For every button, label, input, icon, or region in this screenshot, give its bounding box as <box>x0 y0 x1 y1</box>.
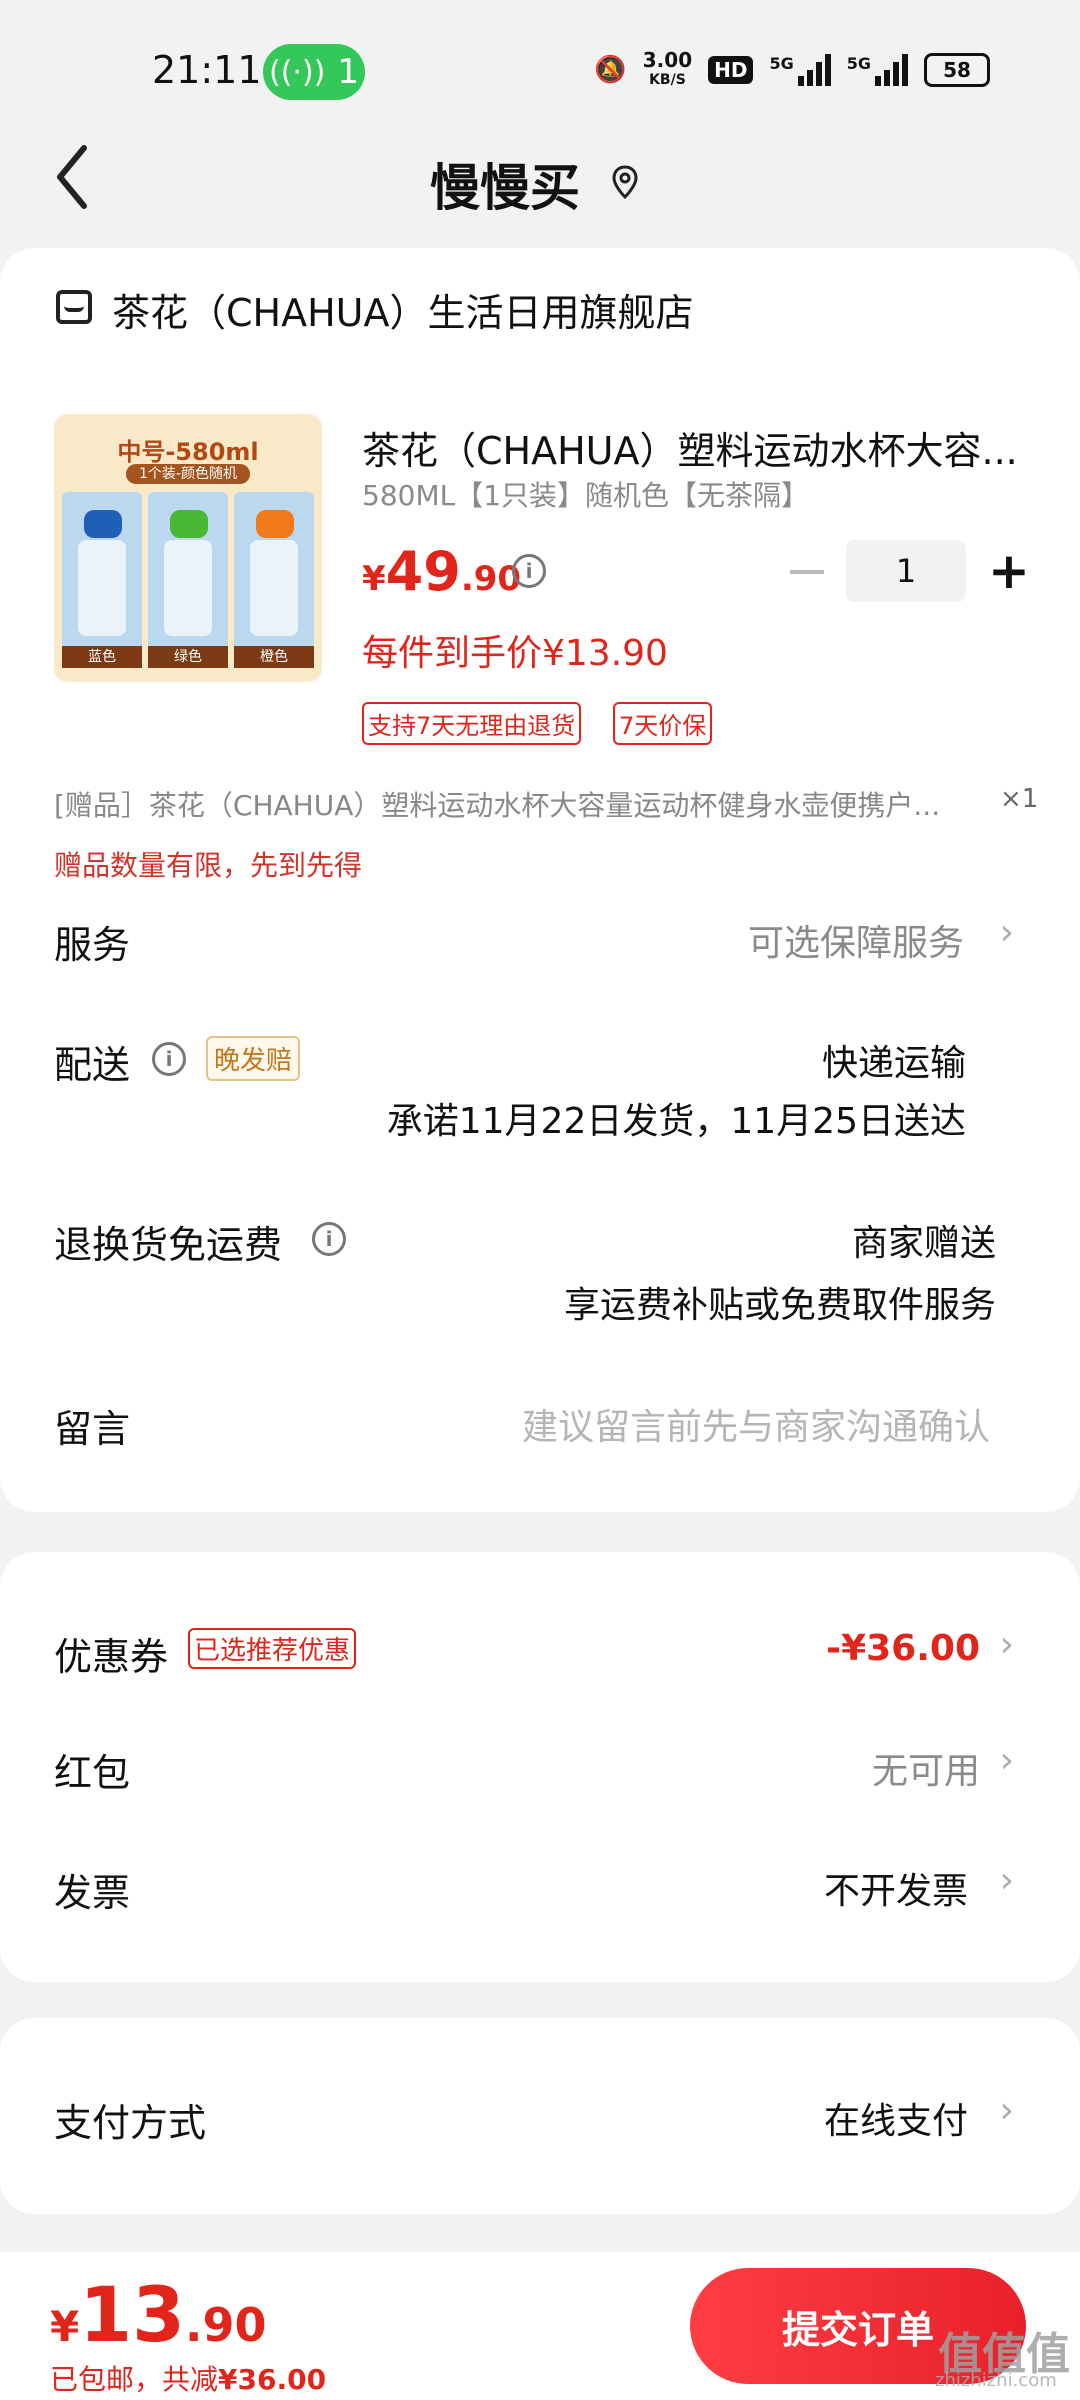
service-label: 服务 <box>54 923 131 967</box>
service-chevron-icon[interactable]: › <box>1000 912 1014 953</box>
price-currency: ¥ <box>362 559 386 599</box>
redpacket-label: 红包 <box>54 1751 131 1795</box>
total-dec: .90 <box>185 2298 267 2352</box>
return-policy-badge: 支持7天无理由退货 <box>362 702 582 745</box>
signal-5g-icon-2: 5G <box>847 54 908 86</box>
return-shipping-desc: 享运费补贴或免费取件服务 <box>563 1285 996 1326</box>
order-summary: 已包邮，共减¥36.00 <box>50 2358 326 2398</box>
hd-icon: HD <box>708 56 754 84</box>
summary-save: ¥36.00 <box>218 2363 327 2396</box>
gift-quantity: ×1 <box>1000 784 1039 814</box>
signal1-label: 5G <box>769 54 794 73</box>
payment-chevron-icon[interactable]: › <box>1000 2090 1014 2131</box>
invoice-chevron-icon[interactable]: › <box>1000 1860 1014 1901</box>
store-icon <box>56 290 92 324</box>
product-title[interactable]: 茶花（CHAHUA）塑料运动水杯大容... <box>362 420 1022 475</box>
delivery-method[interactable]: 快递运输 <box>822 1034 966 1086</box>
status-icons: 🔕 3.00 KB/S HD 5G 5G 58 <box>594 50 990 90</box>
coupon-value[interactable]: -¥36.00 <box>826 1628 980 1669</box>
bottle-label-orange: 橙色 <box>234 646 314 668</box>
product-image-tag: 中号-580ml <box>117 438 259 466</box>
store-name[interactable]: 茶花（CHAHUA）生活日用旗舰店 <box>112 282 694 337</box>
hotspot-icon: ((·)) <box>269 54 326 90</box>
bottle-label-blue: 蓝色 <box>62 646 142 668</box>
return-info-icon[interactable]: i <box>312 1222 346 1256</box>
payment-method-value[interactable]: 在线支付 <box>824 2092 968 2144</box>
invoice-value[interactable]: 不开发票 <box>824 1862 968 1914</box>
payment-method-label: 支付方式 <box>54 2101 207 2145</box>
signal-5g-icon-1: 5G <box>769 54 831 86</box>
price-info-icon[interactable]: i <box>512 554 546 588</box>
summary-prefix: 已包邮，共减 <box>50 2363 219 2396</box>
signal2-label: 5G <box>846 54 871 73</box>
quantity-plus-button[interactable]: + <box>988 540 1030 602</box>
bottle-label-green: 绿色 <box>148 646 228 668</box>
late-compensation-badge: 晚发赔 <box>206 1036 301 1081</box>
per-item-price: 每件到手价¥13.90 <box>362 633 668 674</box>
location-pin-icon[interactable] <box>610 164 640 200</box>
return-shipping-value: 商家赠送 <box>851 1223 996 1264</box>
network-speed: 3.00 KB/S <box>643 50 692 90</box>
message-label: 留言 <box>54 1407 131 1451</box>
net-speed-value: 3.00 <box>642 48 693 72</box>
bottle-blue: 蓝色 <box>62 492 142 668</box>
status-time: 21:11 <box>152 48 262 92</box>
delivery-label: 配送 <box>54 1043 131 1087</box>
product-image[interactable]: 中号-580ml 1个装-颜色随机 蓝色 绿色 橙色 <box>54 414 322 682</box>
bottle-green: 绿色 <box>148 492 228 668</box>
message-input[interactable]: 建议留言前先与商家沟通确认 <box>522 1398 990 1450</box>
delivery-promise: 承诺11月22日发货，11月25日送达 <box>386 1101 966 1142</box>
hotspot-count: 1 <box>337 52 359 92</box>
total-price: ¥13.90 <box>50 2270 267 2359</box>
service-value[interactable]: 可选保障服务 <box>748 914 964 966</box>
quantity-value[interactable]: 1 <box>846 540 966 602</box>
product-image-sub: 1个装-颜色随机 <box>126 464 250 484</box>
price-int: 49 <box>385 540 461 603</box>
hotspot-pill[interactable]: ((·)) 1 <box>263 44 365 100</box>
delivery-info-icon[interactable]: i <box>152 1042 186 1076</box>
product-spec[interactable]: 580ML【1只装】随机色【无茶隔】 <box>362 474 809 514</box>
product-price: ¥49.90 <box>362 540 521 603</box>
watermark-url: zhizhizhi.com <box>935 2370 1057 2391</box>
redpacket-chevron-icon[interactable]: › <box>1000 1740 1014 1781</box>
return-shipping-label: 退换货免运费 <box>54 1223 283 1267</box>
net-speed-unit: KB/S <box>649 72 686 88</box>
total-currency: ¥ <box>50 2302 80 2351</box>
mute-bell-icon: 🔕 <box>594 55 627 85</box>
redpacket-value[interactable]: 无可用 <box>872 1742 980 1794</box>
gift-note: 赠品数量有限，先到先得 <box>54 849 363 882</box>
page-title: 慢慢买 <box>430 159 580 217</box>
coupon-chevron-icon[interactable]: › <box>1000 1624 1014 1665</box>
battery-icon: 58 <box>924 53 990 87</box>
coupon-badge: 已选推荐优惠 <box>188 1628 357 1669</box>
coupon-label: 优惠券 <box>54 1635 169 1679</box>
total-int: 13 <box>79 2270 185 2359</box>
price-protect-badge: 7天价保 <box>613 702 713 745</box>
invoice-label: 发票 <box>54 1871 131 1915</box>
gift-item[interactable]: [赠品］茶花（CHAHUA）塑料运动水杯大容量运动杯健身水壶便携户... <box>54 784 1034 824</box>
bottle-orange: 橙色 <box>234 492 314 668</box>
quantity-minus-button[interactable] <box>790 570 824 574</box>
